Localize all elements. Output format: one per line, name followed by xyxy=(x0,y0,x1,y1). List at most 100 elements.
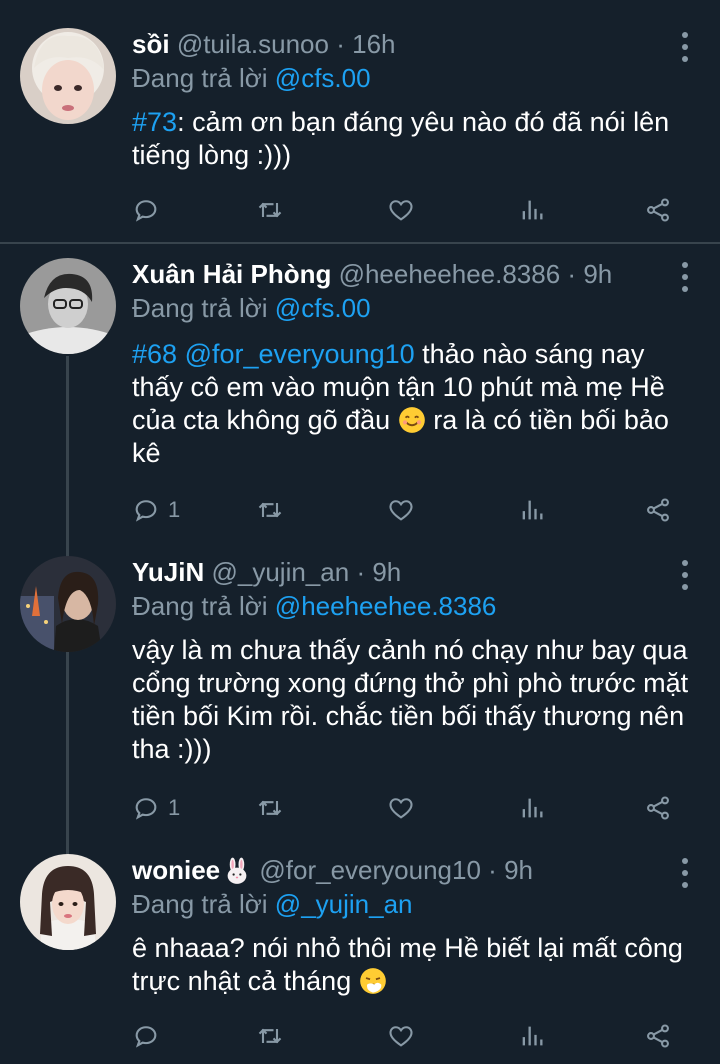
mention-link[interactable]: @for_everyoung10 xyxy=(185,339,415,369)
retweet-button[interactable] xyxy=(256,190,284,230)
avatar[interactable] xyxy=(20,28,116,124)
tweet[interactable]: YuJiN @_yujin_an · 9h Đang trả lời @heeh… xyxy=(0,540,720,836)
tweet-text-content: : cảm ơn bạn đáng yêu nào đó đã nói lên … xyxy=(132,107,670,170)
avatar[interactable] xyxy=(20,258,116,354)
tweet-text: #73: cảm ơn bạn đáng yêu nào đó đã nói l… xyxy=(132,106,696,172)
sneezing-face-emoji-icon xyxy=(359,968,386,994)
analytics-button[interactable] xyxy=(518,190,546,230)
hashtag-link[interactable]: #68 xyxy=(132,339,177,369)
display-name[interactable]: Xuân Hải Phòng xyxy=(132,259,331,289)
more-vertical-icon[interactable] xyxy=(678,32,692,62)
separator-dot: · xyxy=(336,29,345,59)
heart-icon xyxy=(389,798,413,819)
retweet-button[interactable] xyxy=(256,490,284,530)
tweet-header: Xuân Hải Phòng @heeheehee.8386 · 9h xyxy=(132,258,660,290)
reply-mention-link[interactable]: @_yujin_an xyxy=(275,889,413,919)
separator-dot: · xyxy=(488,855,497,885)
tweet-text: ê nhaaa? nói nhỏ thôi mẹ Hề biết lại mất… xyxy=(132,932,696,998)
replying-to: Đang trả lời @heeheehee.8386 xyxy=(132,590,496,622)
reply-count: 1 xyxy=(168,497,181,522)
username[interactable]: @tuila.sunoo xyxy=(177,29,329,59)
share-icon xyxy=(647,796,669,820)
tweet-header: YuJiN @_yujin_an · 9h xyxy=(132,556,660,588)
tweet-header: woniee @for_everyoung10 · 9h xyxy=(132,854,660,887)
share-button[interactable] xyxy=(644,1016,672,1056)
display-name[interactable]: sồi xyxy=(132,29,170,59)
reply-icon xyxy=(135,500,157,522)
retweet-button[interactable] xyxy=(256,1016,284,1056)
timestamp[interactable]: 9h xyxy=(504,855,533,885)
avatar[interactable] xyxy=(20,556,116,652)
reply-button[interactable]: 1 xyxy=(132,788,180,828)
hashtag-link[interactable]: #73 xyxy=(132,107,177,137)
retweet-icon xyxy=(258,502,282,518)
reply-icon xyxy=(135,1026,157,1048)
share-button[interactable] xyxy=(644,190,672,230)
reply-button[interactable] xyxy=(132,1016,168,1056)
replying-to-label: Đang trả lời xyxy=(132,63,268,93)
tweet[interactable]: sồi @tuila.sunoo · 16h Đang trả lời @cfs… xyxy=(0,0,720,243)
more-vertical-icon[interactable] xyxy=(678,858,692,888)
replying-to-label: Đang trả lời xyxy=(132,591,268,621)
tweet-feed: sồi @tuila.sunoo · 16h Đang trả lời @cfs… xyxy=(0,0,720,1064)
smiling-face-emoji-icon xyxy=(398,407,425,433)
timestamp[interactable]: 9h xyxy=(372,557,401,587)
heart-icon xyxy=(389,1026,413,1047)
analytics-button[interactable] xyxy=(518,1016,546,1056)
username[interactable]: @heeheehee.8386 xyxy=(339,259,561,289)
action-bar: 1 xyxy=(132,788,692,828)
like-button[interactable] xyxy=(387,1016,415,1056)
analytics-icon xyxy=(522,200,543,220)
tweet-text-content: vậy là m chưa thấy cảnh nó chạy như bay … xyxy=(132,635,689,764)
reply-button[interactable]: 1 xyxy=(132,490,180,530)
reply-icon xyxy=(135,200,157,222)
reply-button[interactable] xyxy=(132,190,168,230)
more-vertical-icon[interactable] xyxy=(678,560,692,590)
replying-to: Đang trả lời @cfs.00 xyxy=(132,62,371,94)
tweet-text: vậy là m chưa thấy cảnh nó chạy như bay … xyxy=(132,634,696,766)
display-name[interactable]: YuJiN xyxy=(132,557,204,587)
share-button[interactable] xyxy=(644,788,672,828)
reply-mention-link[interactable]: @heeheehee.8386 xyxy=(275,591,497,621)
timestamp[interactable]: 9h xyxy=(583,259,612,289)
share-icon xyxy=(647,198,669,222)
replying-to-label: Đang trả lời xyxy=(132,293,268,323)
replying-to-label: Đang trả lời xyxy=(132,889,268,919)
reply-count: 1 xyxy=(168,795,181,820)
separator-dot: · xyxy=(356,557,366,587)
heart-icon xyxy=(389,200,413,221)
action-bar xyxy=(132,1016,692,1056)
like-button[interactable] xyxy=(387,490,415,530)
tweet-text-content: ê nhaaa? nói nhỏ thôi mẹ Hề biết lại mất… xyxy=(132,933,683,996)
retweet-button[interactable] xyxy=(256,788,284,828)
like-button[interactable] xyxy=(387,190,415,230)
retweet-icon xyxy=(258,800,282,816)
tweet[interactable]: Xuân Hải Phòng @heeheehee.8386 · 9h Đang… xyxy=(0,244,720,540)
avatar[interactable] xyxy=(20,854,116,950)
share-icon xyxy=(647,1024,669,1048)
share-button[interactable] xyxy=(644,490,672,530)
rabbit-face-emoji-icon xyxy=(227,857,247,884)
timestamp[interactable]: 16h xyxy=(352,29,395,59)
share-icon xyxy=(647,498,669,522)
analytics-button[interactable] xyxy=(518,788,546,828)
like-button[interactable] xyxy=(387,788,415,828)
tweet-header: sồi @tuila.sunoo · 16h xyxy=(132,28,660,60)
reply-mention-link[interactable]: @cfs.00 xyxy=(275,63,371,93)
retweet-icon xyxy=(258,202,282,218)
display-name[interactable]: woniee xyxy=(132,855,220,885)
tweet-text: #68 @for_everyoung10 thảo nào sáng nay t… xyxy=(132,338,696,470)
analytics-icon xyxy=(522,798,543,818)
username[interactable]: @_yujin_an xyxy=(211,557,349,587)
username[interactable]: @for_everyoung10 xyxy=(259,855,481,885)
analytics-icon xyxy=(522,500,543,520)
analytics-button[interactable] xyxy=(518,490,546,530)
reply-mention-link[interactable]: @cfs.00 xyxy=(275,293,371,323)
tweet[interactable]: woniee @for_everyoung10 · 9h Đang trả lờ… xyxy=(0,836,720,1064)
heart-icon xyxy=(389,500,413,521)
replying-to: Đang trả lời @cfs.00 xyxy=(132,292,371,324)
action-bar xyxy=(132,190,692,230)
analytics-icon xyxy=(522,1026,543,1046)
replying-to: Đang trả lời @_yujin_an xyxy=(132,888,413,920)
more-vertical-icon[interactable] xyxy=(678,262,692,292)
